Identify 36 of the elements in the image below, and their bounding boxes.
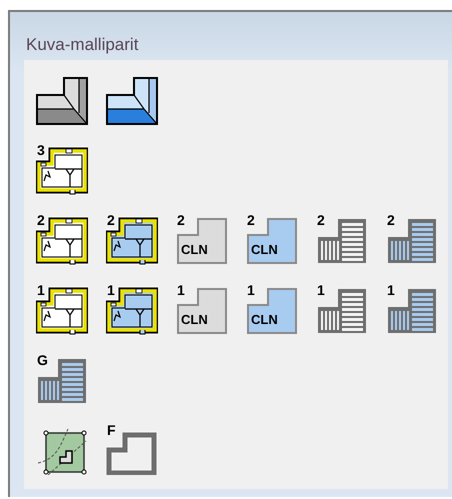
- template-button[interactable]: 1 CLN: [246, 286, 298, 336]
- floor-outline-icon: [246, 287, 298, 335]
- template-button[interactable]: [36, 426, 88, 476]
- template-button[interactable]: 1: [36, 286, 88, 336]
- floor-outline-icon: [176, 217, 228, 265]
- template-button[interactable]: F: [106, 426, 158, 476]
- floor-plan-icon: [36, 147, 88, 195]
- floor-plan-icon: [36, 217, 88, 265]
- template-button[interactable]: 1: [106, 286, 158, 336]
- floor-plan-icon: [36, 287, 88, 335]
- template-button[interactable]: 2: [386, 216, 438, 266]
- template-button[interactable]: G: [36, 356, 88, 406]
- template-button[interactable]: 2: [106, 216, 158, 266]
- building-icon: [386, 217, 438, 265]
- template-button[interactable]: 2: [36, 216, 88, 266]
- template-button[interactable]: 2 CLN: [176, 216, 228, 266]
- template-button[interactable]: 2: [316, 216, 368, 266]
- template-button[interactable]: [36, 76, 88, 126]
- floor-outline-icon: [176, 287, 228, 335]
- site-plan-icon: [36, 427, 88, 475]
- floor-plan-icon: [106, 287, 158, 335]
- template-button[interactable]: [106, 76, 158, 126]
- building-icon: [36, 357, 88, 405]
- building-icon: [316, 217, 368, 265]
- template-button[interactable]: 1: [386, 286, 438, 336]
- building-icon: [316, 287, 368, 335]
- template-button[interactable]: 2 CLN: [246, 216, 298, 266]
- floor-outline-icon: [246, 217, 298, 265]
- template-button[interactable]: 3: [36, 146, 88, 196]
- template-button[interactable]: 1: [316, 286, 368, 336]
- template-button[interactable]: 1 CLN: [176, 286, 228, 336]
- corner-icon: [36, 77, 88, 125]
- building-icon: [386, 287, 438, 335]
- floor-plan-icon: [106, 217, 158, 265]
- window-title: Kuva-malliparit: [26, 34, 140, 56]
- corner-icon: [106, 77, 158, 125]
